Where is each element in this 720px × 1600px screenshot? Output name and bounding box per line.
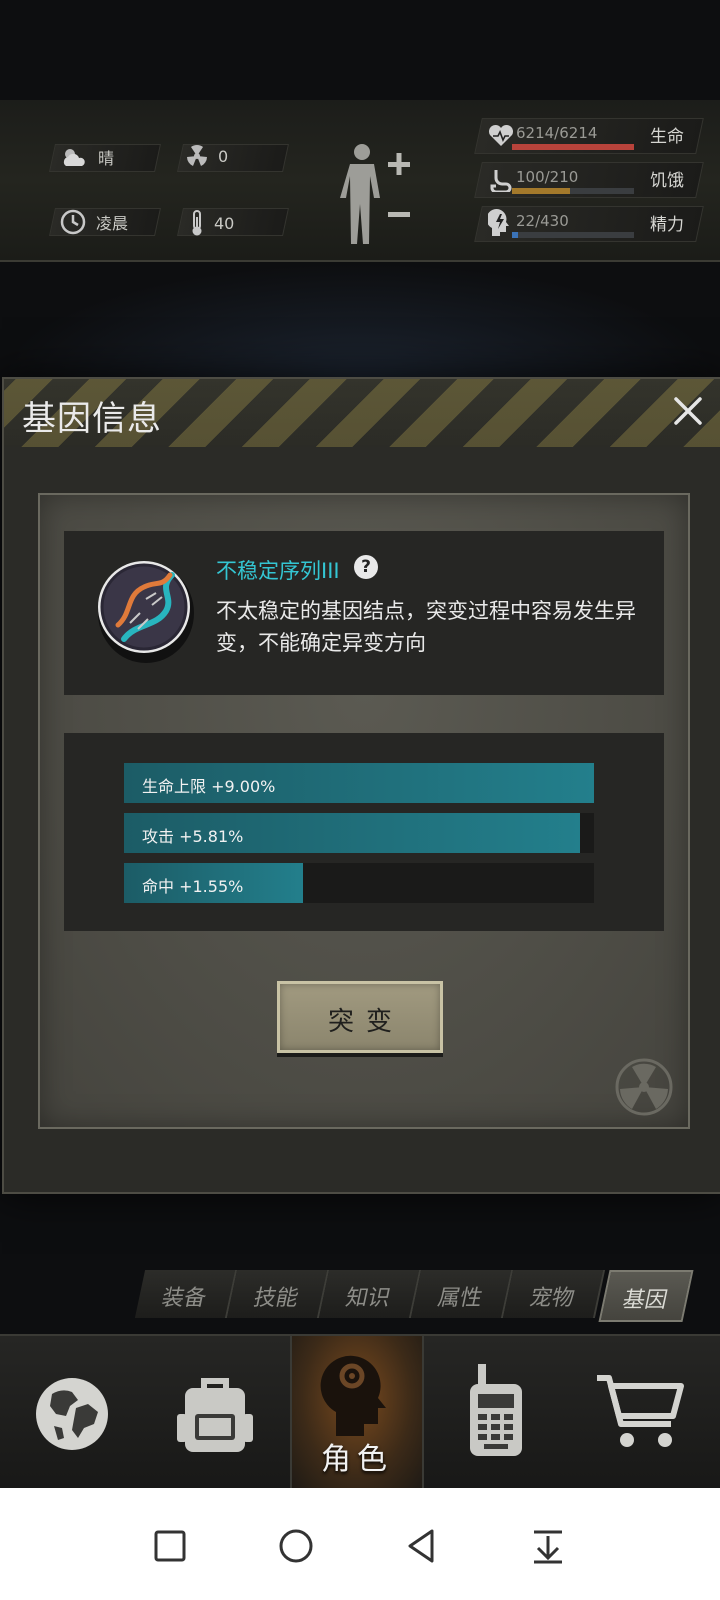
gene-info-box: 不稳定序列III ? 不太稳定的基因结点，突变过程中容易发生异变，不能确定异变方… (64, 531, 664, 695)
thermometer-icon (192, 210, 202, 236)
heart-icon (488, 124, 514, 146)
nav-backpack[interactable] (145, 1336, 290, 1490)
tab-label: 知识 (343, 1286, 393, 1311)
health-bar-fill (512, 144, 634, 150)
tab-pets[interactable]: 宠物 (502, 1270, 606, 1318)
hunger-value: 100/210 (516, 168, 579, 186)
back-triangle-icon[interactable] (400, 1524, 444, 1568)
recents-square-icon[interactable] (148, 1524, 192, 1568)
tab-label: 装备 (159, 1286, 209, 1311)
body-status-icon[interactable] (340, 140, 416, 244)
attribute-row: 生命上限 +9.00% (124, 763, 594, 803)
health-value: 6214/6214 (516, 124, 598, 142)
tab-attributes[interactable]: 属性 (410, 1270, 514, 1318)
status-bar: 晴 0 凌晨 40 6214/6214 生命 100/210 饥饿 22/430… (0, 100, 720, 262)
nav-world[interactable] (0, 1336, 145, 1490)
energy-bar-fill (512, 232, 519, 238)
dialog-title: 基因信息 (22, 399, 162, 439)
sub-tab-bar: 装备 技能 知识 属性 宠物 基因 (130, 1270, 696, 1322)
character-head-icon (320, 1355, 386, 1436)
globe-icon (36, 1378, 108, 1450)
clock-icon (60, 209, 86, 235)
health-bar (512, 144, 634, 150)
dialog-header: 基因信息 (4, 379, 720, 447)
energy-label: 精力 (650, 215, 684, 235)
home-circle-icon[interactable] (274, 1524, 318, 1568)
tab-equipment[interactable]: 装备 (134, 1270, 238, 1318)
weather-text: 晴 (98, 149, 115, 168)
tab-label: 基因 (620, 1288, 670, 1313)
radiation-icon (187, 145, 207, 166)
temperature-value: 40 (214, 213, 235, 233)
tab-label: 属性 (435, 1286, 485, 1311)
health-label: 生命 (650, 127, 684, 147)
close-icon[interactable] (668, 391, 708, 431)
hunger-bar-fill (512, 188, 571, 194)
stomach-icon (490, 170, 512, 192)
help-icon[interactable]: ? (354, 555, 378, 579)
attribute-row: 命中 +1.55% (124, 863, 594, 903)
hunger-bar (512, 188, 634, 194)
nav-radio[interactable] (420, 1336, 565, 1490)
energy-bar (512, 232, 634, 238)
gene-name: 不稳定序列III (216, 559, 340, 583)
cloud-sun-icon (63, 149, 85, 166)
shopping-cart-icon (597, 1375, 684, 1447)
attribute-label: 生命上限 +9.00% (142, 777, 276, 796)
tab-genes[interactable]: 基因 (598, 1270, 694, 1322)
time-of-day-text: 凌晨 (96, 214, 129, 233)
mutate-button-label: 突变 (327, 1007, 404, 1037)
background-scene (0, 262, 720, 377)
tab-knowledge[interactable]: 知识 (318, 1270, 422, 1318)
mutate-button[interactable]: 突变 (277, 981, 443, 1053)
dna-icon (98, 561, 194, 663)
tab-label: 技能 (251, 1286, 301, 1311)
system-nav-bar (0, 1488, 720, 1600)
attribute-row: 攻击 +5.81% (124, 813, 594, 853)
tab-label: 宠物 (527, 1286, 577, 1311)
gene-info-dialog: 基因信息 不稳定序列III ? 不太稳定的基因结点，突变过程中容易发生异变，不能… (2, 377, 720, 1194)
attribute-label: 命中 +1.55% (142, 877, 244, 896)
attribute-box: 生命上限 +9.00% 攻击 +5.81% 命中 +1.55% (64, 733, 664, 931)
hunger-label: 饥饿 (650, 171, 684, 191)
nav-shop[interactable] (565, 1336, 720, 1490)
attribute-label: 攻击 +5.81% (142, 827, 244, 846)
nav-character-label: 角色 (321, 1442, 393, 1477)
notification-pull-down-icon[interactable] (526, 1524, 570, 1568)
gene-description: 不太稳定的基因结点，突变过程中容易发生异变，不能确定异变方向 (216, 599, 636, 655)
gene-panel: 不稳定序列III ? 不太稳定的基因结点，突变过程中容易发生异变，不能确定异变方… (38, 493, 690, 1129)
energy-value: 22/430 (516, 212, 569, 230)
backpack-icon (177, 1378, 253, 1452)
radiation-value: 0 (218, 146, 229, 166)
energy-head-icon (488, 209, 509, 236)
bottom-nav: 角色 (0, 1334, 720, 1490)
walkie-talkie-icon (470, 1364, 522, 1456)
radiation-watermark-icon (615, 1058, 673, 1116)
nav-character[interactable]: 角色 (290, 1336, 424, 1490)
tab-skills[interactable]: 技能 (226, 1270, 330, 1318)
